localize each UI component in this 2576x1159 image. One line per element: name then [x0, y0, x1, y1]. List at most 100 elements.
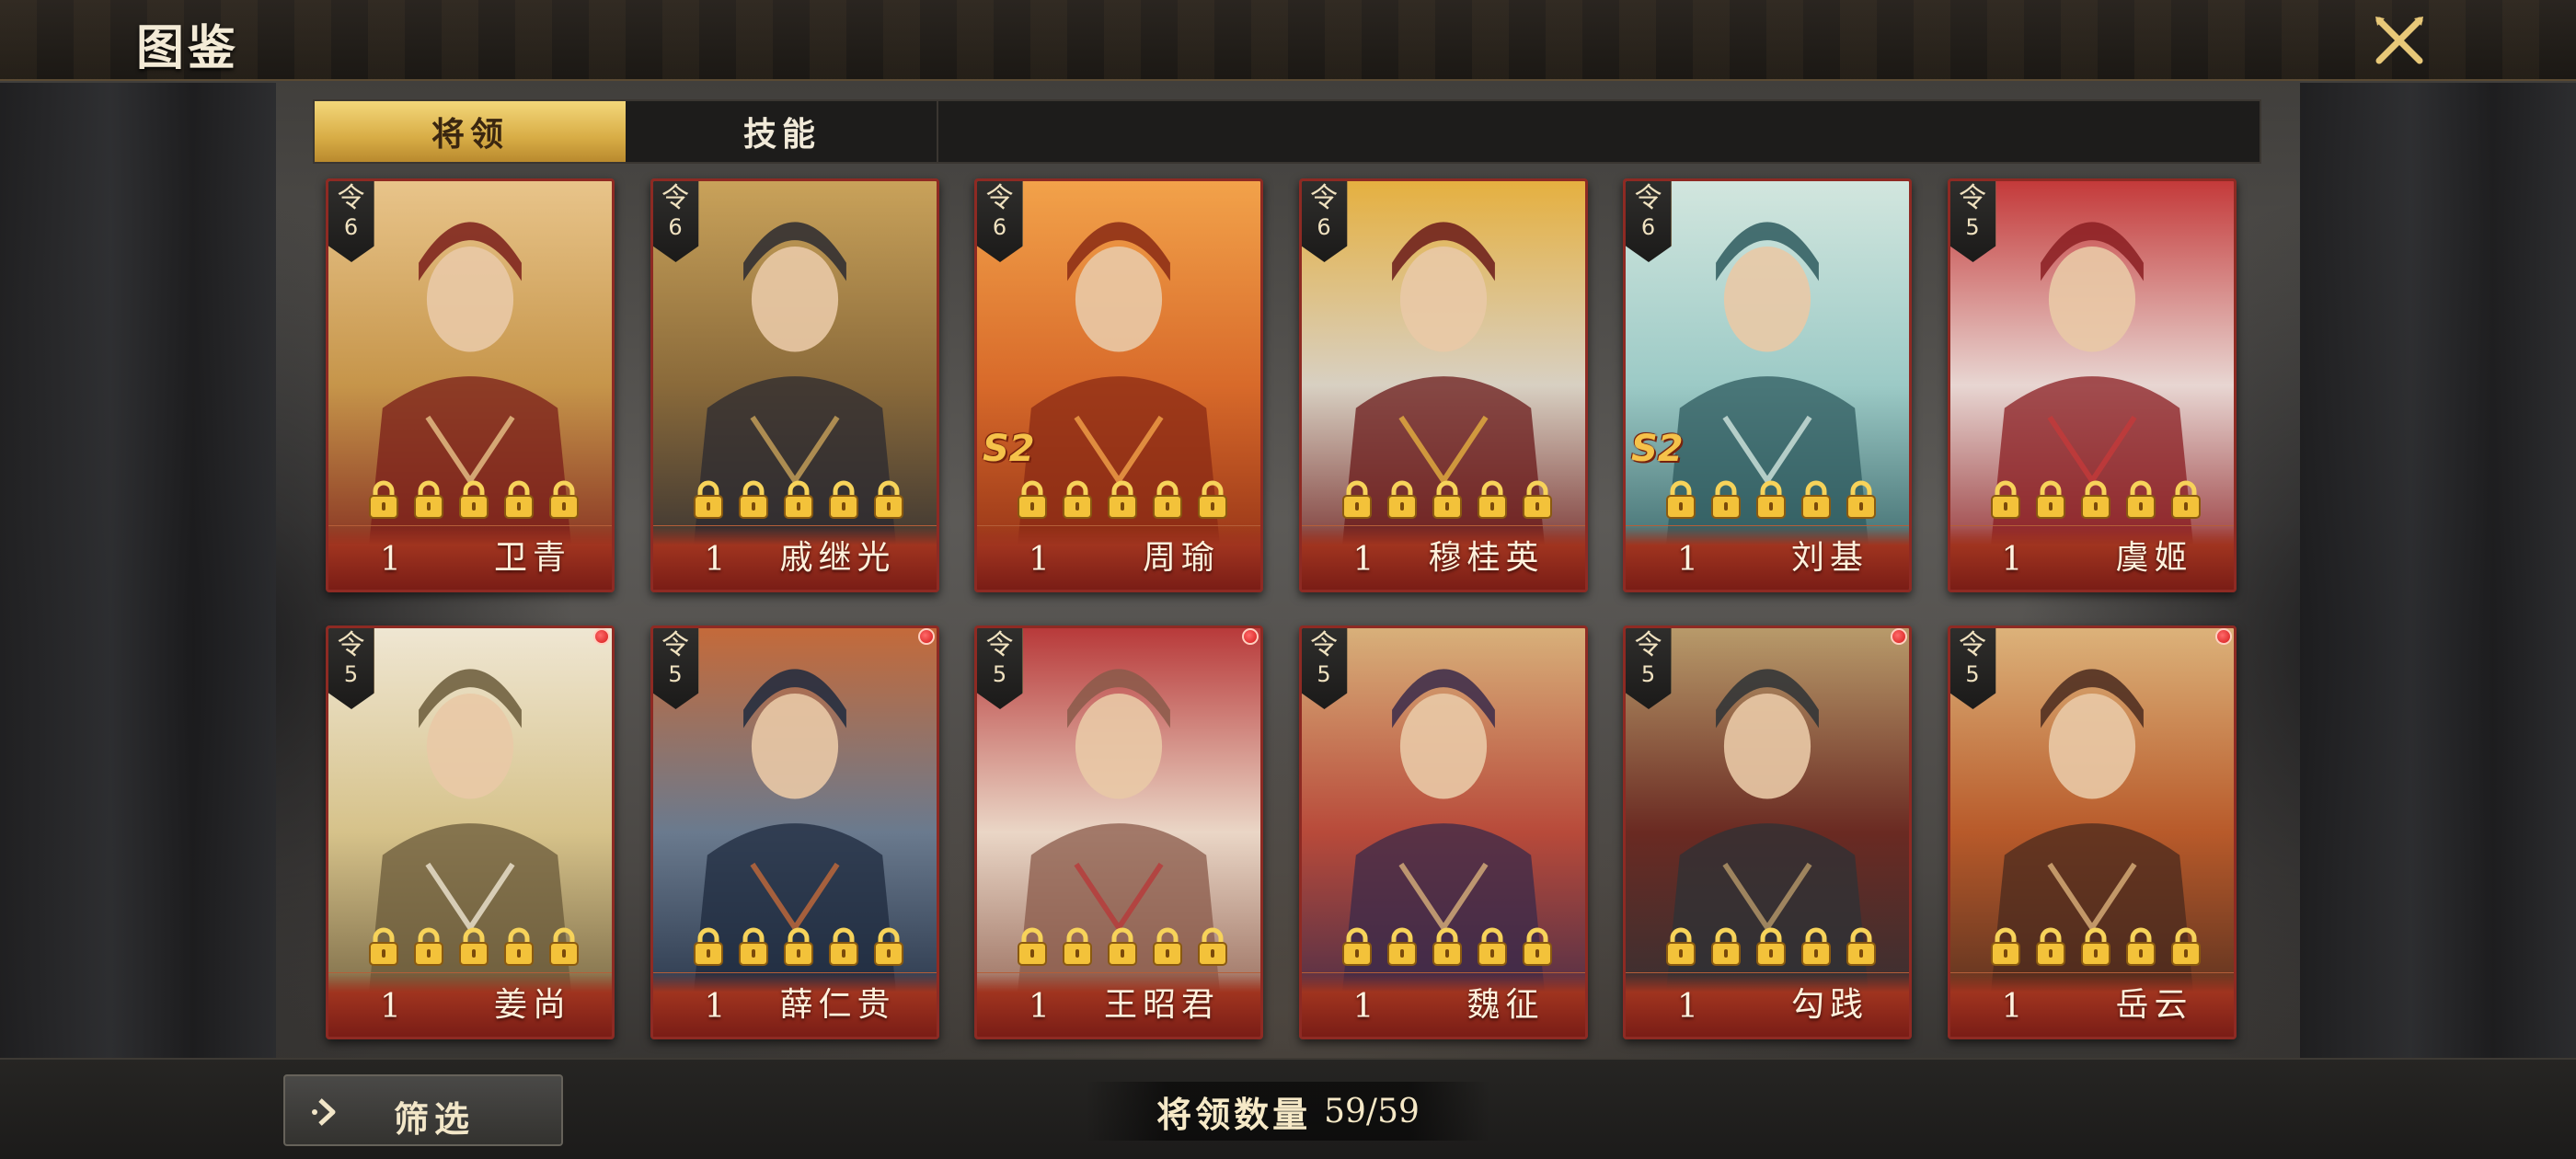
general-count-label: 将领数量 — [1156, 1093, 1312, 1135]
general-card[interactable]: 令 5 1 岳云 — [1947, 625, 2237, 1039]
lock-icon — [780, 479, 817, 520]
lock-row — [1987, 926, 2204, 967]
cost-symbol: 令 — [1959, 629, 1986, 661]
lock-icon — [2168, 926, 2204, 967]
general-card[interactable]: 令 6 1 卫青 — [326, 178, 615, 592]
cost-symbol: 令 — [1959, 182, 1986, 214]
lock-icon — [1014, 926, 1051, 967]
general-card[interactable]: 令 5 1 虞姬 — [1947, 178, 2237, 592]
cost-symbol: 令 — [1634, 629, 1662, 661]
cost-value: 5 — [1640, 661, 1656, 687]
cost-symbol: 令 — [661, 629, 689, 661]
close-x-icon[interactable] — [2370, 11, 2429, 70]
lock-row — [690, 479, 907, 520]
cost-value: 6 — [343, 214, 359, 240]
lock-icon — [500, 479, 537, 520]
general-level: 1 — [1677, 988, 1698, 1026]
cost-symbol: 令 — [337, 182, 365, 214]
general-level: 1 — [380, 988, 401, 1026]
lock-icon — [1474, 926, 1511, 967]
lock-icon — [2077, 479, 2114, 520]
lock-icon — [825, 926, 862, 967]
general-count: 将领数量 59/59 — [1086, 1082, 1490, 1141]
season-badge: S2 — [1631, 428, 1684, 470]
cost-tag: 令5 — [652, 628, 699, 709]
lock-icon — [2122, 479, 2159, 520]
lock-icon — [1753, 926, 1789, 967]
generals-grid: 令 6 1 卫青令 6 1 戚继光令 6 S2 1 周瑜令 6 1 穆桂英令 6 S2 1 刘基令 5 1 虞姬令 5 1 姜… — [326, 178, 2241, 1043]
curtain-right — [2300, 83, 2576, 1058]
general-card[interactable]: 令 5 1 王昭君 — [974, 625, 1263, 1039]
lock-icon — [735, 479, 772, 520]
lock-icon — [1104, 926, 1141, 967]
arrow-right-icon — [307, 1093, 346, 1131]
cost-value: 6 — [1640, 214, 1656, 240]
lock-icon — [1104, 479, 1141, 520]
general-card[interactable]: 令 6 1 戚继光 — [650, 178, 939, 592]
cost-value: 5 — [343, 661, 359, 687]
cost-value: 5 — [1965, 661, 1980, 687]
curtain-left — [0, 83, 276, 1058]
general-level: 1 — [380, 541, 401, 579]
lock-row — [690, 926, 907, 967]
lock-icon — [2122, 926, 2159, 967]
general-name: 王昭君 — [1103, 986, 1220, 1024]
general-name: 周瑜 — [1142, 539, 1220, 577]
general-name: 卫青 — [493, 539, 571, 577]
tab-generals[interactable]: 将领 — [315, 101, 626, 162]
general-card[interactable]: 令 5 1 姜尚 — [326, 625, 615, 1039]
cost-tag: 令6 — [328, 181, 374, 262]
general-level: 1 — [2001, 988, 2023, 1026]
lock-icon — [1519, 926, 1556, 967]
lock-icon — [1384, 479, 1420, 520]
lock-icon — [1662, 926, 1699, 967]
general-card[interactable]: 令 6 S2 1 刘基 — [1623, 178, 1912, 592]
lock-icon — [1384, 926, 1420, 967]
lock-row — [1014, 479, 1231, 520]
general-card[interactable]: 令 5 1 薛仁贵 — [650, 625, 939, 1039]
lock-icon — [1339, 926, 1375, 967]
lock-icon — [1014, 479, 1051, 520]
general-card[interactable]: 令 6 S2 1 周瑜 — [974, 178, 1263, 592]
general-level: 1 — [1352, 541, 1374, 579]
lock-icon — [1843, 479, 1880, 520]
general-card[interactable]: 令 6 1 穆桂英 — [1298, 178, 1588, 592]
cost-tag: 令5 — [1301, 628, 1348, 709]
cost-value: 6 — [1317, 214, 1331, 240]
lock-icon — [455, 926, 492, 967]
cost-tag: 令6 — [977, 181, 1023, 262]
lock-row — [1339, 479, 1556, 520]
cost-value: 5 — [1965, 214, 1980, 240]
cost-symbol: 令 — [661, 182, 689, 214]
lock-icon — [410, 926, 447, 967]
lock-icon — [690, 479, 727, 520]
lock-icon — [455, 479, 492, 520]
cost-tag: 令5 — [1949, 181, 1996, 262]
lock-icon — [1339, 479, 1375, 520]
lock-row — [1662, 479, 1880, 520]
lock-row — [1987, 479, 2204, 520]
lock-icon — [1149, 926, 1186, 967]
lock-icon — [825, 479, 862, 520]
general-level: 1 — [1352, 988, 1374, 1026]
lock-icon — [365, 926, 402, 967]
lock-icon — [1843, 926, 1880, 967]
filter-button[interactable]: 筛选 — [283, 1074, 563, 1146]
cost-symbol: 令 — [337, 629, 365, 661]
general-card[interactable]: 令 5 1 魏征 — [1298, 625, 1588, 1039]
cost-symbol: 令 — [1634, 182, 1662, 214]
tab-skills[interactable]: 技能 — [627, 101, 938, 162]
general-name: 岳云 — [2115, 986, 2193, 1024]
lock-icon — [546, 479, 582, 520]
lock-icon — [735, 926, 772, 967]
season-badge: S2 — [983, 428, 1035, 470]
general-card[interactable]: 令 5 1 勾践 — [1623, 625, 1912, 1039]
general-count-value: 59/59 — [1324, 1092, 1420, 1130]
general-name: 姜尚 — [493, 986, 571, 1024]
cost-symbol: 令 — [985, 182, 1014, 214]
cost-tag: 令6 — [652, 181, 699, 262]
new-indicator-dot — [917, 628, 935, 645]
lock-row — [1014, 926, 1231, 967]
lock-icon — [1662, 479, 1699, 520]
cost-tag: 令5 — [1626, 628, 1672, 709]
